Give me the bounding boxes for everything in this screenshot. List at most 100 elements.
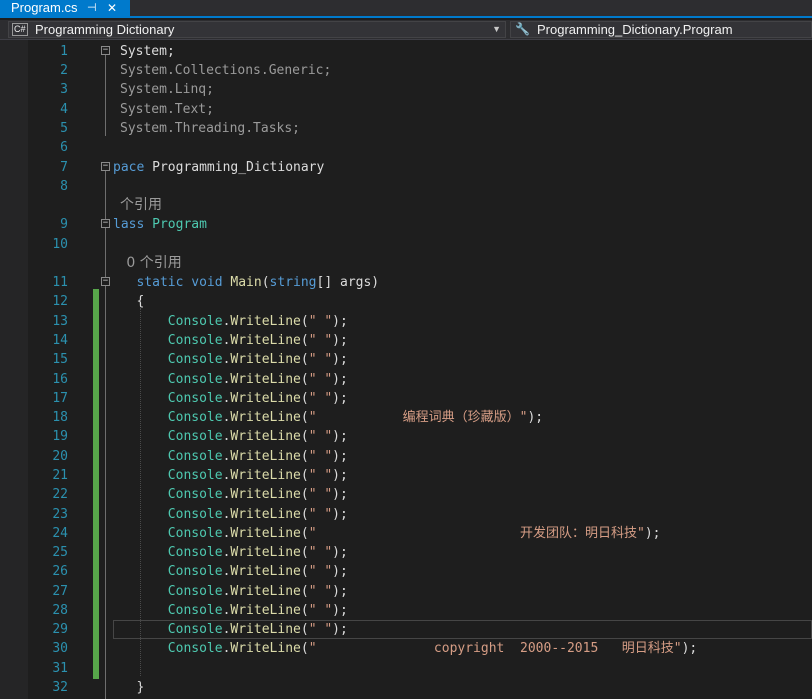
code-token: pace — [113, 160, 145, 175]
code-text: Console.WriteLine(" "); — [113, 620, 348, 639]
code-text: Console.WriteLine(" "); — [113, 505, 348, 524]
pin-icon[interactable]: ⊣ — [87, 0, 97, 16]
member-dropdown[interactable]: 🔧 Programming_Dictionary.Program — [510, 21, 812, 38]
close-icon[interactable]: ✕ — [107, 0, 117, 16]
fold-toggle-icon[interactable]: − — [101, 277, 110, 286]
code-text: System.Text; — [120, 100, 214, 119]
code-token: ); — [681, 641, 698, 656]
code-token: " " — [308, 468, 333, 483]
line-number: 2 — [60, 63, 68, 78]
code-text: Console.WriteLine(" "); — [113, 582, 348, 601]
line-number: 21 — [52, 468, 68, 483]
code-token: " " — [308, 352, 333, 367]
chevron-down-icon[interactable]: ▼ — [492, 22, 501, 37]
code-token: WriteLine — [230, 449, 301, 464]
line-number: 8 — [60, 179, 68, 194]
code-line: 19 Console.WriteLine(" "); — [0, 427, 812, 446]
code-token: Console — [113, 487, 223, 502]
wrench-icon: 🔧 — [515, 22, 530, 36]
line-number: 23 — [52, 507, 68, 522]
code-token: " " — [308, 507, 333, 522]
code-line: 13 Console.WriteLine(" "); — [0, 312, 812, 331]
code-line: 32 } — [0, 678, 812, 697]
code-line: 18 Console.WriteLine(" 编程词典（珍藏版）"); — [0, 408, 812, 427]
navigation-bar: C# Programming Dictionary ▼ 🔧 Programmin… — [0, 20, 812, 40]
code-token: WriteLine — [230, 410, 301, 425]
line-number: 28 — [52, 603, 68, 618]
fold-toggle-icon[interactable]: − — [101, 162, 110, 171]
code-token: " 开发团队：明日科技" — [308, 526, 645, 541]
code-token: ( — [300, 333, 309, 348]
code-token: { — [113, 294, 145, 309]
code-token: ); — [332, 391, 348, 406]
project-dropdown[interactable]: C# Programming Dictionary ▼ — [8, 21, 506, 38]
code-token: static void — [113, 275, 231, 290]
code-token: 0 个引用 — [113, 255, 182, 271]
code-token: WriteLine — [230, 429, 301, 444]
code-token: WriteLine — [230, 487, 301, 502]
code-token: " " — [308, 487, 333, 502]
code-line: 3 System.Linq; — [0, 80, 812, 99]
code-token: ); — [332, 429, 348, 444]
fold-toggle-icon[interactable]: − — [101, 46, 110, 55]
code-text: System.Linq; — [120, 80, 214, 99]
code-token: ( — [300, 372, 309, 387]
code-line: 17 Console.WriteLine(" "); — [0, 389, 812, 408]
code-token: Program — [144, 217, 207, 232]
code-text: Console.WriteLine(" "); — [113, 331, 348, 350]
fold-guide — [105, 55, 106, 136]
code-token: " " — [308, 584, 333, 599]
code-token: Console — [113, 507, 223, 522]
code-token: WriteLine — [230, 526, 301, 541]
code-line: 个引用 — [0, 196, 812, 215]
fold-guide — [105, 228, 106, 277]
line-number: 16 — [52, 372, 68, 387]
code-token: Console — [113, 545, 223, 560]
code-text: System; — [120, 42, 175, 61]
code-line: 22 Console.WriteLine(" "); — [0, 485, 812, 504]
code-token: System — [120, 44, 167, 59]
code-line: 21 Console.WriteLine(" "); — [0, 466, 812, 485]
code-text: Console.WriteLine(" "); — [113, 466, 348, 485]
code-token: WriteLine — [230, 641, 301, 656]
code-token: ); — [644, 526, 661, 541]
code-token: System.Text; — [120, 102, 214, 117]
line-number: 29 — [52, 622, 68, 637]
code-text: Console.WriteLine(" "); — [113, 485, 348, 504]
document-tab-bar: Program.cs ⊣ ✕ — [0, 0, 812, 18]
code-token: Console — [113, 622, 223, 637]
code-editor[interactable]: 1 System; 2 System.Collections.Generic; 3 Sys… — [0, 40, 812, 699]
code-token: ( — [300, 564, 309, 579]
code-token: ( — [261, 275, 270, 290]
code-token: ); — [332, 564, 348, 579]
code-token: " " — [308, 603, 333, 618]
tab-program-cs[interactable]: Program.cs ⊣ ✕ — [0, 0, 130, 18]
code-token: ); — [332, 333, 348, 348]
code-token: Console — [113, 564, 223, 579]
code-text: Console.WriteLine(" 开发团队：明日科技"); — [113, 524, 661, 543]
code-token: " " — [308, 314, 333, 329]
code-token: Console — [113, 352, 223, 367]
code-token: ); — [527, 410, 544, 425]
code-token: Console — [113, 526, 223, 541]
code-token: Console — [113, 410, 223, 425]
code-token: Console — [113, 584, 223, 599]
code-text: Console.WriteLine(" "); — [113, 562, 348, 581]
code-token: ); — [332, 352, 348, 367]
line-number: 12 — [52, 294, 68, 309]
code-line: 11 static void Main(string[] args) — [0, 273, 812, 292]
code-token: ( — [300, 352, 309, 367]
code-token: Console — [113, 449, 223, 464]
line-number: 20 — [52, 449, 68, 464]
code-token: " " — [308, 372, 333, 387]
code-line: 14 Console.WriteLine(" "); — [0, 331, 812, 350]
fold-toggle-icon[interactable]: − — [101, 219, 110, 228]
code-line: 0 个引用 — [0, 254, 812, 273]
code-token: System.Linq; — [120, 82, 214, 97]
code-line: 28 Console.WriteLine(" "); — [0, 601, 812, 620]
code-token: System.Threading.Tasks; — [120, 121, 301, 136]
code-token: " " — [308, 545, 333, 560]
line-number: 11 — [52, 275, 68, 290]
code-token: Console — [113, 333, 223, 348]
code-token: ); — [332, 449, 348, 464]
